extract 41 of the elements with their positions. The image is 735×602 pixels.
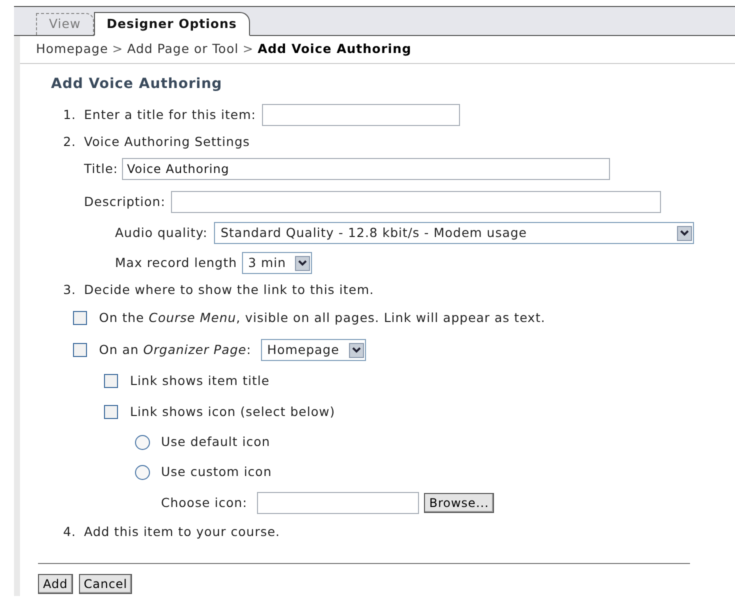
checkbox-label: Link shows icon (select below) (130, 402, 336, 421)
field-label: Choose icon: (161, 494, 248, 512)
step-label: Decide where to show the link to this item. (84, 280, 374, 299)
form-button[interactable]: Add (38, 574, 73, 594)
breadcrumb-separator: > (112, 40, 124, 58)
breadcrumb-separator: > (242, 40, 254, 58)
dropdown[interactable]: 3 min (242, 252, 312, 274)
checkbox-label: On the Course Menu, visible on all pages. Link will appear as text. (99, 308, 546, 327)
checkbox[interactable] (104, 405, 118, 419)
step-number: 4. (62, 522, 77, 541)
field-label: Enter a title for this item: (84, 106, 256, 124)
radio-button[interactable] (135, 464, 150, 480)
checkbox[interactable] (104, 374, 118, 388)
dropdown[interactable]: Homepage (261, 339, 366, 361)
input-field[interactable]: Voice Authoring (122, 158, 610, 180)
dropdown[interactable]: Standard Quality - 12.8 kbit/s - Modem usage (214, 222, 694, 244)
page-heading: Add Voice Authoring (51, 75, 222, 94)
field-label: Description: (84, 192, 166, 211)
radio-label: Use default icon (161, 432, 270, 451)
checkbox-label: On an Organizer Page: (99, 340, 252, 359)
radio-button[interactable] (135, 434, 150, 450)
tab[interactable]: Designer Options (94, 12, 250, 36)
field-label: Title: (84, 160, 118, 178)
browse-button[interactable]: Browse... (424, 493, 494, 513)
step-number: 2. (62, 132, 77, 151)
input-field[interactable] (262, 104, 460, 126)
breadcrumb-link[interactable]: Add Page or Tool (127, 40, 239, 59)
checkbox[interactable] (73, 311, 87, 325)
file-path-field[interactable] (257, 492, 420, 514)
step-number: 3. (62, 280, 77, 299)
radio-label: Use custom icon (161, 462, 272, 481)
checkbox-label: Link shows item title (130, 372, 270, 390)
checkbox[interactable] (73, 343, 87, 357)
step-label: Voice Authoring Settings (84, 132, 250, 151)
form-button[interactable]: Cancel (78, 574, 132, 594)
field-label: Max record length (115, 254, 238, 272)
field-label: Audio quality: (115, 224, 208, 242)
step-number: 1. (62, 106, 77, 124)
step-label: Add this item to your course. (84, 522, 280, 541)
breadcrumb-link[interactable]: Homepage (36, 40, 108, 59)
input-field[interactable] (171, 191, 662, 213)
